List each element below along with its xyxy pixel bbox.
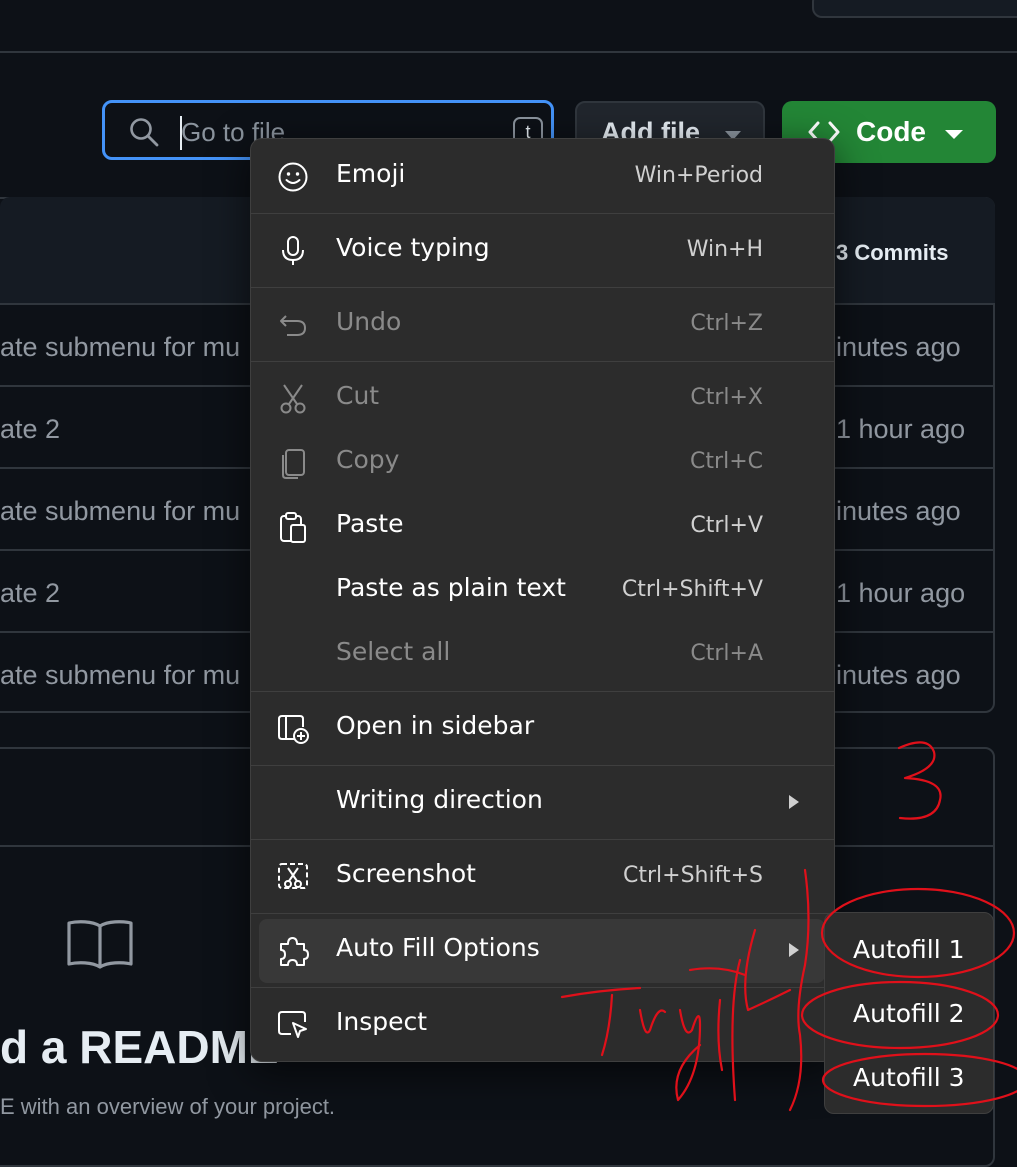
autofill-submenu: Autofill 1 Autofill 2 Autofill 3 (824, 912, 994, 1114)
menu-item-shortcut: Ctrl+C (690, 449, 763, 474)
table-row-message[interactable]: ate 2 (0, 578, 60, 609)
undo-icon (280, 315, 307, 336)
menu-item-writing-direction[interactable]: Writing direction (259, 771, 825, 835)
menu-item-label: Screenshot (336, 859, 476, 888)
menu-separator (251, 691, 834, 692)
code-label: Code (856, 116, 926, 147)
puzzle-icon (280, 937, 309, 966)
submenu-item-label: Autofill 1 (853, 935, 965, 964)
readme-subtitle: E with an overview of your project. (0, 1094, 336, 1119)
menu-item-paste[interactable]: Paste Ctrl+V (259, 495, 825, 559)
table-row-message[interactable]: ate submenu for mu (0, 660, 240, 691)
menu-item-shortcut: Ctrl+A (690, 641, 763, 666)
menu-separator (251, 913, 834, 914)
clipboard-icon (280, 512, 306, 543)
sidebar-add-icon (278, 715, 309, 744)
menu-item-label: Auto Fill Options (336, 933, 540, 962)
menu-item-shortcut: Ctrl+V (690, 513, 763, 538)
menu-item-paste-plain[interactable]: Paste as plain text Ctrl+Shift+V (259, 559, 825, 623)
submenu-item-label: Autofill 3 (853, 1063, 965, 1092)
menu-item-label: Copy (336, 445, 400, 474)
chevron-right-icon (789, 795, 799, 809)
menu-item-label: Cut (336, 381, 380, 410)
table-row-message[interactable]: ate 2 (0, 414, 60, 445)
menu-item-shortcut: Ctrl+Shift+S (623, 863, 763, 888)
menu-item-shortcut: Win+Period (634, 163, 763, 188)
menu-item-label: Emoji (336, 159, 406, 188)
emoji-icon (278, 162, 308, 192)
menu-item-label: Undo (336, 307, 402, 336)
menu-item-label: Paste (336, 509, 404, 538)
copy-icon (282, 449, 305, 479)
menu-item-shortcut: Ctrl+Z (690, 311, 763, 336)
text-caret (180, 116, 182, 150)
menu-item-label: Voice typing (336, 233, 490, 262)
menu-separator (251, 213, 834, 214)
menu-item-shortcut: Win+H (686, 237, 763, 262)
table-row-time: inutes ago (836, 332, 961, 362)
chevron-right-icon (789, 943, 799, 957)
readme-title: d a README (0, 1021, 279, 1073)
menu-separator (251, 765, 834, 766)
search-icon (130, 118, 159, 147)
menu-item-voice-typing[interactable]: Voice typing Win+H (259, 219, 825, 283)
menu-separator (251, 287, 834, 288)
table-row-time: inutes ago (836, 496, 961, 526)
menu-item-select-all[interactable]: Select all Ctrl+A (259, 623, 825, 687)
context-menu: Emoji Win+Period Voice typing Win+H Undo… (250, 138, 835, 1062)
table-row-time: inutes ago (836, 660, 961, 690)
scissors-icon (280, 384, 306, 414)
menu-separator (251, 987, 834, 988)
menu-item-label: Open in sidebar (336, 711, 535, 740)
menu-item-emoji[interactable]: Emoji Win+Period (259, 145, 825, 209)
table-row-time: 1 hour ago (836, 578, 966, 608)
submenu-item-autofill-3[interactable]: Autofill 3 (825, 1047, 993, 1107)
menu-item-shortcut: Ctrl+X (690, 385, 763, 410)
menu-item-label: Writing direction (336, 785, 543, 814)
menu-item-shortcut: Ctrl+Shift+V (621, 577, 763, 602)
submenu-item-autofill-2[interactable]: Autofill 2 (825, 983, 993, 1043)
inspect-icon (278, 1011, 307, 1038)
menu-item-label: Select all (336, 637, 451, 666)
microphone-icon (282, 236, 304, 265)
header-divider (0, 51, 1017, 53)
submenu-item-label: Autofill 2 (853, 999, 965, 1028)
top-control[interactable] (812, 0, 1017, 18)
menu-item-auto-fill-options[interactable]: Auto Fill Options (259, 919, 825, 983)
menu-item-inspect[interactable]: Inspect (259, 993, 825, 1057)
menu-item-label: Paste as plain text (336, 573, 566, 602)
menu-item-copy[interactable]: Copy Ctrl+C (259, 431, 825, 495)
screenshot-icon (278, 863, 308, 889)
table-row-message[interactable]: ate submenu for mu (0, 332, 240, 363)
menu-item-undo[interactable]: Undo Ctrl+Z (259, 293, 825, 357)
menu-item-label: Inspect (336, 1007, 428, 1036)
menu-separator (251, 839, 834, 840)
menu-item-cut[interactable]: Cut Ctrl+X (259, 367, 825, 431)
submenu-item-autofill-1[interactable]: Autofill 1 (825, 919, 993, 979)
caret-down-icon (945, 130, 963, 139)
table-row-time: 1 hour ago (836, 414, 966, 444)
commits-link[interactable]: 3 Commits (836, 240, 948, 266)
book-icon (67, 920, 133, 969)
menu-item-screenshot[interactable]: Screenshot Ctrl+Shift+S (259, 845, 825, 909)
menu-separator (251, 361, 834, 362)
menu-item-open-in-sidebar[interactable]: Open in sidebar (259, 697, 825, 761)
table-row-message[interactable]: ate submenu for mu (0, 496, 240, 527)
